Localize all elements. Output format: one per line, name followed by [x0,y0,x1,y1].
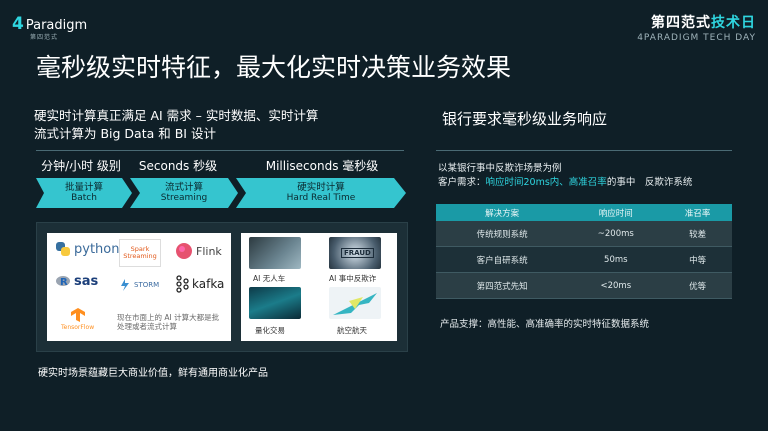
logo: 4 Paradigm 第四范式 [12,14,88,42]
aerospace-image [329,287,381,319]
table-header: 解决方案 [436,204,569,221]
r-sas-logo: R sas [55,273,98,289]
quant-trading-image [249,287,301,319]
storm-label: STORM [134,281,160,289]
table-row: 传统规则系统 ~200ms 较差 [436,221,732,247]
fraud-image: FRAUD [329,237,381,269]
table-header: 准召率 [663,204,732,221]
comparison-table: 解决方案 响应时间 准召率 传统规则系统 ~200ms 较差 客户自研系统 50… [436,204,732,299]
flink-logo: Flink [175,242,222,260]
table-cell: 客户自研系统 [436,246,569,273]
jet-icon [333,293,377,315]
app-caption-aerospace: 航空航天 [337,326,367,335]
table-cell: 50ms [568,246,664,273]
kafka-label: kafka [192,277,225,291]
table-cell: 较差 [663,221,732,247]
table-cell: <20ms [568,272,664,299]
sas-label: sas [74,273,99,289]
bottom-note: 硬实时场景蕴藏巨大商业价值，鲜有通用商业化产品 [38,368,268,379]
app-caption-fraud: AI 事中反欺诈 [329,274,377,283]
tech-day-brand: 第四范式技术日 4PARADIGM TECH DAY [637,12,756,43]
tier-label-streaming: Seconds 秒级 [138,159,218,173]
tier-label-batch: 分钟/小时 级别 [41,159,121,173]
apps-box: AI 无人车 FRAUD AI 事中反欺诈 量化交易 航空航天 [241,233,397,341]
requirement-text: 客户需求：响应时间20ms内、高准召率的事中 反欺诈系统 [438,174,692,188]
storm-icon [121,279,129,291]
spark-logo: Spark Streaming [119,239,161,267]
brand-cn: 第四范式技术日 [637,12,756,32]
flink-label: Flink [196,244,222,258]
driverless-car-image [249,237,301,269]
lead-line-2: 流式计算为 Big Data 和 BI 设计 [34,126,216,141]
chevron-streaming: 流式计算 Streaming [130,178,238,208]
app-caption-car: AI 无人车 [253,274,286,283]
tensorflow-label: TensorFlow [61,324,95,331]
requirement-highlight: 响应时间20ms内、高准召率 [485,177,607,188]
table-cell: 第四范式先知 [436,272,569,299]
chevron-realtime-en: Hard Real Time [286,193,356,203]
example-text: 以某银行事中反欺诈场景为例 [438,163,562,174]
tensorflow-icon [70,308,85,322]
table-cell: ~200ms [568,221,664,247]
table-header: 响应时间 [568,204,664,221]
lead-line-1: 硬实时计算真正满足 AI 需求 – 实时数据、实时计算 [34,108,319,123]
table-row: 客户自研系统 50ms 中等 [436,246,732,273]
kafka-icon [176,275,189,293]
tier-label-realtime: Milliseconds 毫秒级 [265,159,379,173]
chevron-realtime-cn: 硬实时计算 [297,182,345,193]
python-logo: python [55,241,119,257]
brand-cn-a: 第四范式 [651,15,711,31]
tensorflow-logo: TensorFlow [61,307,94,331]
table-row: 第四范式先知 <20ms 优等 [436,272,732,299]
requirement-prefix: 客户需求： [438,177,486,188]
svg-text:R: R [60,277,68,288]
product-support-text: 产品支撑：高性能、高准确率的实时特征数据系统 [440,319,650,330]
chevron-batch: 批量计算 Batch [36,178,132,208]
table-cell: 传统规则系统 [436,221,569,247]
app-caption-quant: 量化交易 [255,326,285,335]
divider-right [436,150,732,151]
table-header-row: 解决方案 响应时间 准召率 [436,204,732,221]
table-cell: 优等 [663,272,732,299]
slide-title: 毫秒级实时特征，最大化实时决策业务效果 [36,53,512,82]
chevron-batch-en: Batch [71,193,97,203]
table-cell: 中等 [663,246,732,273]
r-icon: R [56,276,70,288]
python-label: python [74,241,120,257]
brand-cn-b: 技术日 [711,15,756,31]
chevron-streaming-en: Streaming [160,193,208,203]
storm-logo: STORM [119,279,159,291]
kafka-logo: kafka [175,275,224,293]
tech-logos-box: python Spark Streaming Flink R sas STORM… [47,233,231,341]
chevron-batch-cn: 批量计算 [64,182,103,193]
chevron-streaming-cn: 流式计算 [164,182,203,193]
tech-note: 现在市面上的 AI 计算大都是批处理或者流式计算 [117,313,220,331]
logo-sub: 第四范式 [30,34,59,41]
requirement-suffix: 的事中 反欺诈系统 [606,177,693,188]
divider-left [36,150,404,151]
fraud-label: FRAUD [341,248,374,258]
lead-text: 硬实时计算真正满足 AI 需求 – 实时数据、实时计算 流式计算为 Big Da… [34,107,364,143]
brand-en: 4PARADIGM TECH DAY [637,33,756,43]
flink-icon [176,243,192,259]
right-title: 银行要求毫秒级业务响应 [442,110,608,128]
spark-label: Spark Streaming [123,245,157,260]
logo-mark: 4 [12,14,24,34]
logo-word: Paradigm [25,18,88,33]
tech-panel: python Spark Streaming Flink R sas STORM… [36,222,408,352]
chevron-realtime: 硬实时计算 Hard Real Time [236,178,406,208]
python-icon [56,242,70,256]
